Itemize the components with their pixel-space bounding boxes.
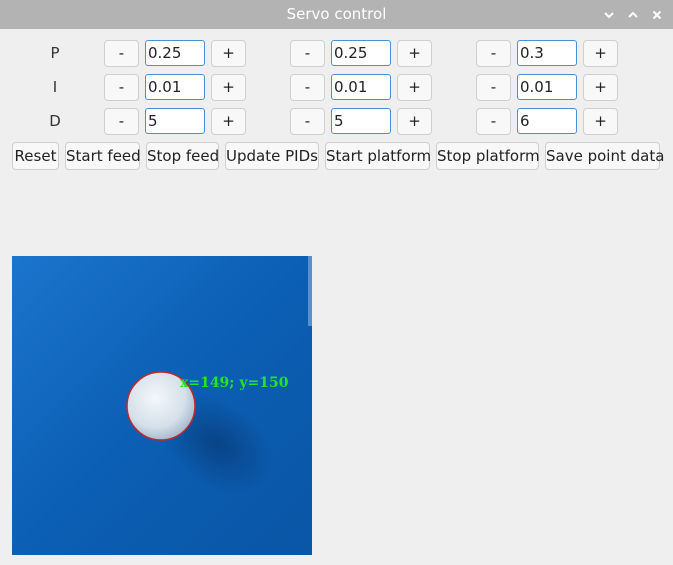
reset-button[interactable]: Reset xyxy=(12,142,59,170)
p3-decrement-button[interactable]: - xyxy=(476,40,511,67)
i2-decrement-button[interactable]: - xyxy=(290,74,325,101)
minimize-icon[interactable] xyxy=(599,5,619,25)
i2-value-input[interactable]: 0.01 xyxy=(331,74,391,100)
row-label-p: P xyxy=(50,44,60,62)
close-icon[interactable] xyxy=(647,5,667,25)
p1-decrement-button[interactable]: - xyxy=(104,40,139,67)
stop-feed-button[interactable]: Stop feed xyxy=(146,142,219,170)
p1-increment-button[interactable]: + xyxy=(211,40,246,67)
camera-view: x=149; y=150 xyxy=(12,256,312,555)
update-pids-button[interactable]: Update PIDs xyxy=(225,142,319,170)
d1-increment-button[interactable]: + xyxy=(211,108,246,135)
platform-edge xyxy=(308,256,312,326)
d3-value-input[interactable]: 6 xyxy=(517,108,577,134)
i3-decrement-button[interactable]: - xyxy=(476,74,511,101)
title-bar: Servo control xyxy=(0,0,673,29)
p3-value-input[interactable]: 0.3 xyxy=(517,40,577,66)
p2-value-input[interactable]: 0.25 xyxy=(331,40,391,66)
maximize-icon[interactable] xyxy=(623,5,643,25)
stop-platform-button[interactable]: Stop platform xyxy=(436,142,540,170)
i3-increment-button[interactable]: + xyxy=(583,74,618,101)
d3-decrement-button[interactable]: - xyxy=(476,108,511,135)
d2-increment-button[interactable]: + xyxy=(397,108,432,135)
start-feed-button[interactable]: Start feed xyxy=(65,142,141,170)
row-label-d: D xyxy=(49,112,61,130)
i1-increment-button[interactable]: + xyxy=(211,74,246,101)
i1-decrement-button[interactable]: - xyxy=(104,74,139,101)
d2-decrement-button[interactable]: - xyxy=(290,108,325,135)
save-point-data-button[interactable]: Save point data xyxy=(545,142,664,170)
i2-increment-button[interactable]: + xyxy=(397,74,432,101)
start-platform-button[interactable]: Start platform xyxy=(325,142,431,170)
p2-increment-button[interactable]: + xyxy=(397,40,432,67)
d1-value-input[interactable]: 5 xyxy=(145,108,205,134)
window-title: Servo control xyxy=(286,5,387,23)
position-overlay-text: x=149; y=150 xyxy=(180,375,289,391)
row-label-i: I xyxy=(52,78,58,96)
d1-decrement-button[interactable]: - xyxy=(104,108,139,135)
i1-value-input[interactable]: 0.01 xyxy=(145,74,205,100)
i3-value-input[interactable]: 0.01 xyxy=(517,74,577,100)
d3-increment-button[interactable]: + xyxy=(583,108,618,135)
p1-value-input[interactable]: 0.25 xyxy=(145,40,205,66)
p2-decrement-button[interactable]: - xyxy=(290,40,325,67)
p3-increment-button[interactable]: + xyxy=(583,40,618,67)
d2-value-input[interactable]: 5 xyxy=(331,108,391,134)
